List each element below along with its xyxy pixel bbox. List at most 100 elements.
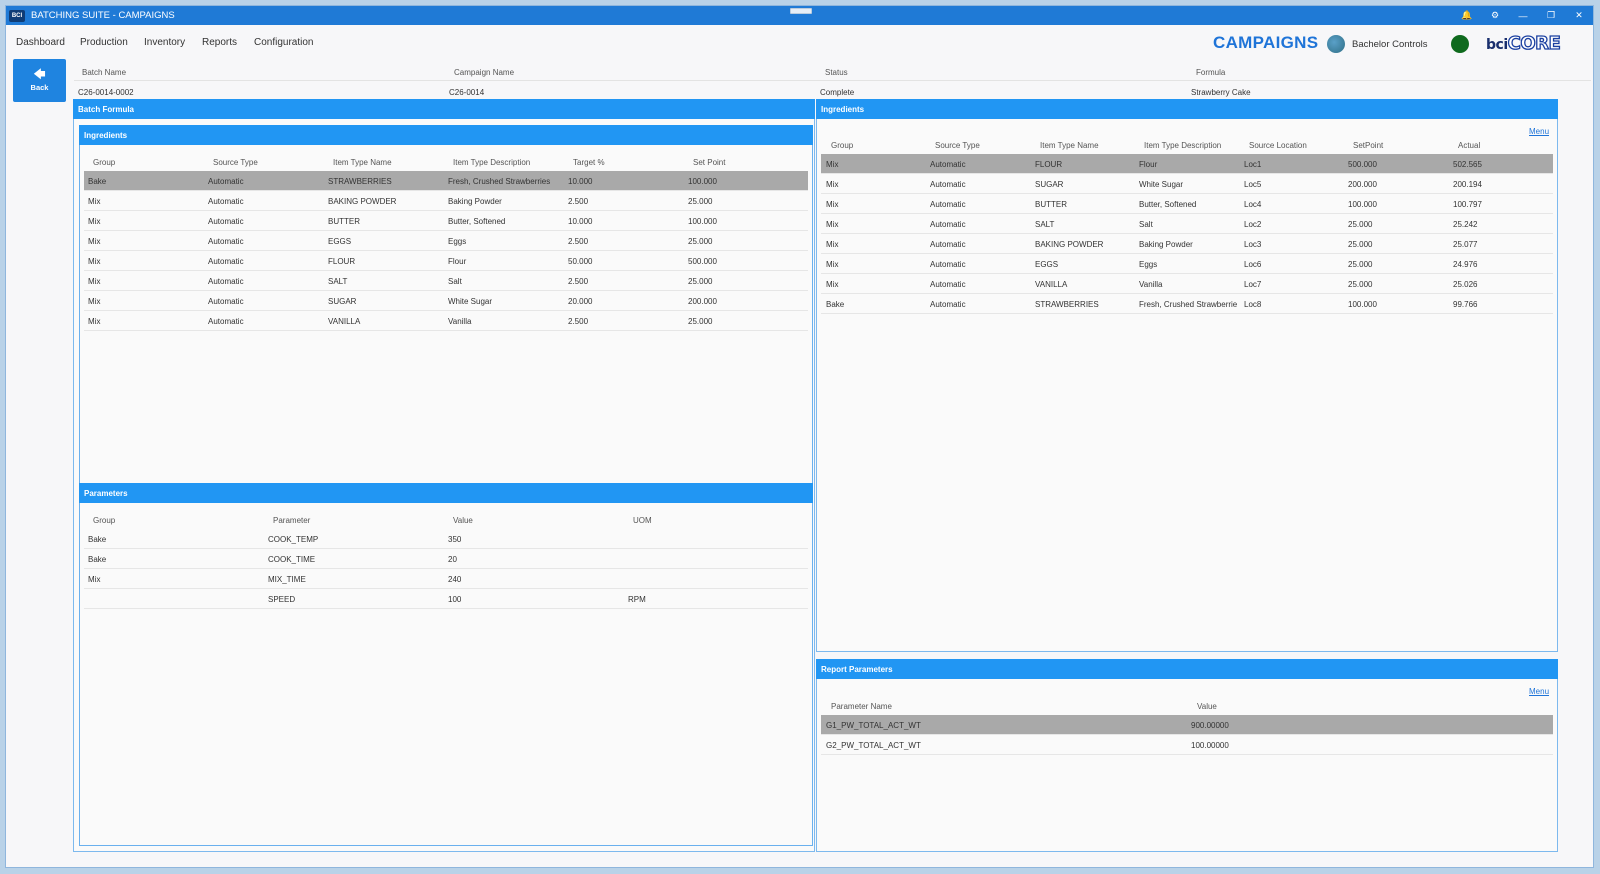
table-row[interactable]: Bake Automatic STRAWBERRIES Fresh, Crushed … [84, 171, 808, 191]
table-cell: Butter, Softened [1139, 200, 1197, 209]
column-header[interactable]: Parameter [273, 516, 310, 525]
minimize-icon[interactable]: — [1509, 11, 1537, 21]
back-button[interactable]: 🡄 Back [13, 59, 66, 102]
table-row[interactable]: Mix Automatic BAKING POWDER Baking Powder 2.… [84, 191, 808, 211]
column-header[interactable]: Source Location [1249, 141, 1307, 150]
table-row[interactable]: Mix MIX_TIME 240 [84, 569, 808, 589]
table-cell: Loc3 [1244, 240, 1262, 249]
table-cell: 200.000 [688, 297, 717, 306]
table-cell: Baking Powder [1139, 240, 1193, 249]
drag-handle[interactable] [790, 8, 812, 14]
table-cell: Automatic [930, 280, 966, 289]
column-header[interactable]: Source Type [935, 141, 980, 150]
table-row[interactable]: Mix Automatic EGGS Eggs 2.500 25.000 [84, 231, 808, 251]
table-cell: EGGS [1035, 260, 1059, 269]
table-cell: 20.000 [568, 297, 593, 306]
table-cell: Loc7 [1244, 280, 1262, 289]
table-cell: 2.500 [568, 237, 589, 246]
formula-parameters-table: Group Parameter Value UOM Bake COOK_TEMP 3… [84, 509, 808, 609]
table-row[interactable]: SPEED 100 RPM [84, 589, 808, 609]
table-cell: 25.000 [688, 237, 713, 246]
campaign-name-value: C26-0014 [449, 88, 485, 97]
column-header[interactable]: SetPoint [1353, 141, 1383, 150]
column-header[interactable]: Group [93, 158, 115, 167]
bell-icon[interactable]: 🔔 [1453, 10, 1481, 21]
column-header[interactable]: Group [831, 141, 853, 150]
close-icon[interactable]: ✕ [1565, 10, 1593, 21]
table-cell: 502.565 [1453, 160, 1482, 169]
summary-header: Campaign Name [454, 68, 515, 77]
table-cell: SALT [1035, 220, 1055, 229]
formula-parameters-header: Parameters [79, 483, 813, 503]
table-row[interactable]: Mix Automatic FLOUR Flour 50.000 500.000 [84, 251, 808, 271]
back-button-label: Back [30, 83, 49, 92]
nav-configuration[interactable]: Configuration [254, 37, 313, 48]
nav-production[interactable]: Production [80, 37, 128, 48]
restore-icon[interactable]: ❐ [1537, 10, 1565, 21]
nav-inventory[interactable]: Inventory [144, 37, 185, 48]
column-header[interactable]: Item Type Description [453, 158, 530, 167]
table-cell: FLOUR [1035, 160, 1063, 169]
table-cell: Automatic [208, 197, 244, 206]
table-row[interactable]: Mix Automatic BUTTER Butter, Softened Loc4 10… [821, 194, 1553, 214]
column-header[interactable]: UOM [633, 516, 652, 525]
column-header[interactable]: Actual [1458, 141, 1480, 150]
table-row[interactable]: Mix Automatic SALT Salt 2.500 25.000 [84, 271, 808, 291]
column-header[interactable]: Parameter Name [831, 702, 892, 711]
window-controls: 🔔 ⚙ — ❐ ✕ [1453, 6, 1593, 25]
table-row[interactable]: Mix Automatic SUGAR White Sugar Loc5 200.000 2… [821, 174, 1553, 194]
table-cell: 20 [448, 555, 457, 564]
gear-icon[interactable]: ⚙ [1481, 10, 1509, 21]
table-cell: COOK_TEMP [268, 535, 319, 544]
column-header[interactable]: Value [453, 516, 473, 525]
summary-header: Formula [1196, 68, 1226, 77]
column-header[interactable]: Value [1197, 702, 1217, 711]
table-row[interactable]: G1_PW_TOTAL_ACT_WT 900.00000 [821, 715, 1553, 735]
ingredients-actual-header: Ingredients [816, 99, 1558, 119]
column-header[interactable]: Item Type Description [1144, 141, 1221, 150]
table-cell: 99.766 [1453, 300, 1478, 309]
column-header[interactable]: Item Type Name [333, 158, 392, 167]
nav-reports[interactable]: Reports [202, 37, 237, 48]
table-cell: Automatic [208, 257, 244, 266]
table-cell: 100 [448, 595, 462, 604]
table-row[interactable]: Bake COOK_TIME 20 [84, 549, 808, 569]
table-row[interactable]: Mix Automatic VANILLA Vanilla 2.500 25.000 [84, 311, 808, 331]
table-row[interactable]: Mix Automatic BAKING POWDER Baking Powder Lo… [821, 234, 1553, 254]
table-cell: Automatic [930, 260, 966, 269]
table-cell: Bake [826, 300, 845, 309]
table-cell: 100.797 [1453, 200, 1482, 209]
table-row[interactable]: Mix Automatic SALT Salt Loc2 25.000 25.242 [821, 214, 1553, 234]
table-cell: Mix [826, 160, 839, 169]
organization-name[interactable]: Bachelor Controls [1352, 39, 1428, 50]
table-row[interactable]: Mix Automatic FLOUR Flour Loc1 500.000 502.565 [821, 154, 1553, 174]
table-row[interactable]: Mix Automatic EGGS Eggs Loc6 25.000 24.976 [821, 254, 1553, 274]
table-cell: Mix [88, 317, 101, 326]
table-cell: Mix [826, 200, 839, 209]
table-row[interactable]: Bake Automatic STRAWBERRIES Fresh, Crushed … [821, 294, 1553, 314]
org-avatar[interactable] [1327, 35, 1345, 53]
table-row[interactable]: Bake COOK_TEMP 350 [84, 529, 808, 549]
table-cell: 25.077 [1453, 240, 1478, 249]
table-row[interactable]: Mix Automatic SUGAR White Sugar 20.000 200.00… [84, 291, 808, 311]
bcicore-logo: bciCORE [1486, 32, 1561, 54]
column-header[interactable]: Set Point [693, 158, 725, 167]
column-header[interactable]: Source Type [213, 158, 258, 167]
table-cell: 900.00000 [1191, 721, 1229, 730]
table-cell: Automatic [208, 237, 244, 246]
table-cell: Automatic [930, 200, 966, 209]
table-row[interactable]: Mix Automatic BUTTER Butter, Softened 10.000… [84, 211, 808, 231]
table-cell: 25.000 [1348, 240, 1373, 249]
column-header[interactable]: Target % [573, 158, 605, 167]
nav-dashboard[interactable]: Dashboard [16, 37, 65, 48]
table-row[interactable]: Mix Automatic VANILLA Vanilla Loc7 25.000 25.0… [821, 274, 1553, 294]
report-parameters-panel [816, 659, 1558, 852]
table-cell: Loc6 [1244, 260, 1262, 269]
table-row[interactable]: G2_PW_TOTAL_ACT_WT 100.00000 [821, 735, 1553, 755]
column-header[interactable]: Group [93, 516, 115, 525]
table-header-row: Group Source Type Item Type Name Item Ty… [821, 134, 1553, 154]
table-cell: MIX_TIME [268, 575, 306, 584]
column-header[interactable]: Item Type Name [1040, 141, 1099, 150]
table-cell: 100.000 [1348, 200, 1377, 209]
table-cell: Mix [826, 180, 839, 189]
